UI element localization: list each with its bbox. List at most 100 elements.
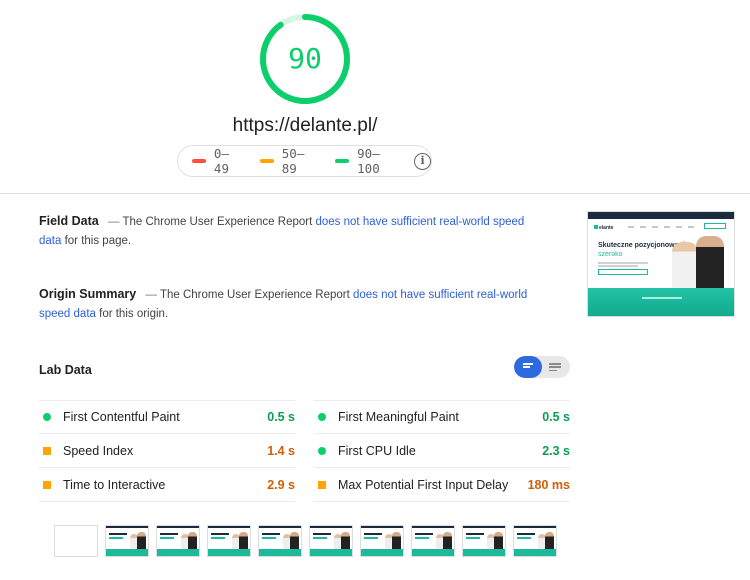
frame-band — [310, 549, 352, 556]
metric-label: Speed Index — [63, 443, 134, 458]
frame-nav — [157, 526, 199, 528]
legend-item-pass: 90–100 — [335, 146, 402, 176]
metric-value: 2.9 s — [267, 477, 295, 492]
metrics-column-right: First Meaningful Paint 0.5 s First CPU I… — [314, 400, 570, 502]
metric-label: Max Potential First Input Delay — [338, 477, 509, 492]
legend-swatch-pass — [335, 159, 350, 163]
filmstrip-frame — [207, 525, 251, 557]
average-square-icon — [43, 480, 51, 489]
info-icon[interactable]: i — [414, 152, 431, 170]
filmstrip-frame — [411, 525, 455, 557]
frame-h — [160, 533, 178, 535]
final-screenshot[interactable]: elante Skuteczne pozycjonowanie szeroko — [587, 211, 735, 317]
frame-h2 — [364, 537, 378, 539]
legend-item-average: 50–89 — [259, 146, 319, 176]
metric-label: First Contentful Paint — [63, 410, 180, 424]
frame-nav — [361, 526, 403, 528]
pass-circle-icon — [318, 446, 326, 455]
frame-nav — [259, 526, 301, 528]
filmstrip-frame — [360, 525, 404, 557]
frame-p2 — [545, 532, 554, 550]
metric-label: Time to Interactive — [63, 477, 166, 492]
frame-p2 — [392, 532, 401, 550]
lab-data-title: Lab Data — [39, 363, 92, 377]
performance-score-gauge: 90 — [258, 12, 352, 106]
frame-h — [466, 533, 484, 535]
average-square-icon — [43, 446, 51, 455]
screenshot-button — [598, 269, 648, 275]
screenshot-paragraph-line — [598, 262, 648, 264]
frame-h — [262, 533, 280, 535]
origin-summary-text-after: for this origin. — [99, 308, 169, 320]
frame-band — [106, 549, 148, 556]
frame-p2 — [239, 532, 248, 550]
legend-label-average: 50–89 — [281, 146, 305, 176]
frame-p2 — [341, 532, 350, 550]
metric-value: 180 ms — [527, 477, 570, 492]
origin-summary-section: Origin Summary — The Chrome User Experie… — [39, 285, 529, 324]
screenshot-navbar — [588, 212, 734, 219]
frame-h2 — [517, 537, 531, 539]
screenshot-logo: elante — [594, 225, 613, 231]
page-url: https://delante.pl/ — [232, 115, 378, 136]
frame-band — [463, 549, 505, 556]
screenshot-headline-accent: szeroko — [598, 251, 623, 258]
metric-value: 0.5 s — [267, 410, 295, 424]
field-data-title: Field Data — [39, 214, 99, 228]
frame-h — [313, 533, 331, 535]
metrics-view-toggle[interactable] — [514, 356, 570, 378]
metric-first-cpu-idle: First CPU Idle 2.3 s — [314, 434, 570, 468]
frame-h2 — [160, 537, 174, 539]
pass-circle-icon — [43, 413, 51, 421]
frame-h — [517, 533, 535, 535]
metric-speed-index: Speed Index 1.4 s — [39, 434, 295, 468]
frame-p2 — [188, 532, 197, 550]
origin-summary-text-before: The Chrome User Experience Report — [159, 289, 350, 301]
filmstrip-frame — [105, 525, 149, 557]
origin-summary-title: Origin Summary — [39, 287, 137, 301]
frame-h2 — [466, 537, 480, 539]
legend-label-fail: 0–49 — [213, 146, 229, 176]
origin-summary-dash: — — [145, 289, 157, 301]
screenshot-person-woman — [672, 242, 698, 290]
pass-circle-icon — [318, 413, 326, 421]
frame-h — [364, 533, 382, 535]
metric-first-contentful-paint: First Contentful Paint 0.5 s — [39, 400, 295, 434]
frame-nav — [514, 526, 556, 528]
frame-band — [412, 549, 454, 556]
metric-time-to-interactive: Time to Interactive 2.9 s — [39, 468, 295, 502]
compact-view-icon — [523, 363, 535, 371]
frame-p2 — [494, 532, 503, 550]
filmstrip-frame — [513, 525, 557, 557]
filmstrip-frame — [156, 525, 200, 557]
frame-band — [208, 549, 250, 556]
screenshot-paragraph-line — [598, 265, 638, 267]
header-divider — [0, 193, 750, 194]
filmstrip-frame — [258, 525, 302, 557]
metric-value: 2.3 s — [542, 443, 570, 458]
screenshot-menu — [628, 226, 698, 228]
frame-band — [514, 549, 556, 556]
frame-nav — [412, 526, 454, 528]
frame-nav — [310, 526, 352, 528]
screenshot-band-text — [642, 297, 682, 299]
metrics-column-left: First Contentful Paint 0.5 s Speed Index… — [39, 400, 295, 502]
metric-first-meaningful-paint: First Meaningful Paint 0.5 s — [314, 400, 570, 434]
frame-h — [109, 533, 127, 535]
field-data-text-before: The Chrome User Experience Report — [122, 216, 313, 228]
screenshot-cta — [704, 223, 726, 229]
expanded-view-icon[interactable] — [549, 363, 561, 372]
legend-swatch-average — [259, 159, 274, 163]
toggle-compact-button[interactable] — [514, 356, 542, 378]
frame-nav — [463, 526, 505, 528]
field-data-section: Field Data — The Chrome User Experience … — [39, 212, 529, 251]
filmstrip-frame — [462, 525, 506, 557]
frame-band — [361, 549, 403, 556]
frame-h2 — [415, 537, 429, 539]
legend-swatch-fail — [192, 159, 206, 163]
frame-nav — [208, 526, 250, 528]
frame-h — [415, 533, 433, 535]
frame-h — [211, 533, 229, 535]
legend-label-pass: 90–100 — [357, 146, 380, 176]
field-data-dash: — — [107, 216, 120, 228]
